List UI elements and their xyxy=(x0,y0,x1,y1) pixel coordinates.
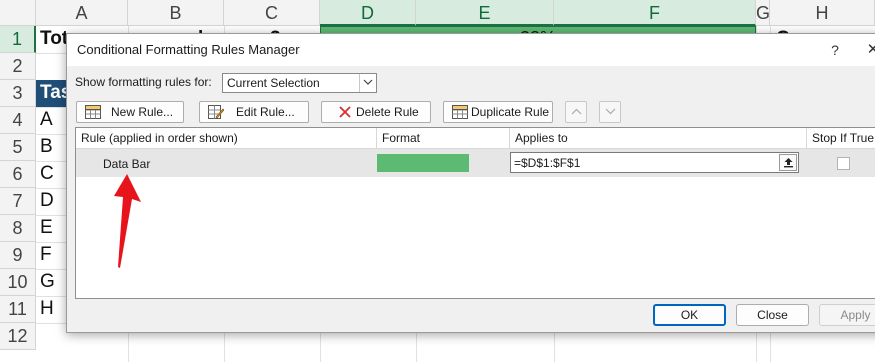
edit-rule-label: Edit Rule... xyxy=(236,105,295,119)
column-header-e[interactable]: E xyxy=(416,0,554,26)
dialog-title: Conditional Formatting Rules Manager xyxy=(77,42,300,57)
column-stop-if-true: Stop If True xyxy=(807,128,875,149)
row-header-6[interactable]: 6 xyxy=(0,161,36,188)
annotation-arrow xyxy=(114,174,141,268)
row-header-3[interactable]: 3 xyxy=(0,80,36,107)
edit-rule-icon xyxy=(208,105,225,119)
rule-name: Data Bar xyxy=(103,157,151,171)
row-header-2[interactable]: 2 xyxy=(0,53,36,80)
chevron-down-icon[interactable] xyxy=(359,74,376,92)
rule-row[interactable]: Data Bar =$D$1:$F$1 xyxy=(76,149,875,177)
close-button[interactable]: Close xyxy=(736,304,809,326)
column-format: Format xyxy=(377,128,510,149)
new-rule-icon xyxy=(85,105,101,119)
column-rule: Rule (applied in order shown) xyxy=(76,128,377,149)
row-header-4[interactable]: 4 xyxy=(0,107,36,134)
edit-rule-button[interactable]: Edit Rule... xyxy=(199,101,309,123)
applies-to-value: =$D$1:$F$1 xyxy=(514,156,581,170)
duplicate-rule-button[interactable]: Duplicate Rule xyxy=(443,101,553,123)
row-header-7[interactable]: 7 xyxy=(0,188,36,215)
chevron-down-icon xyxy=(605,108,616,115)
conditional-formatting-dialog: Conditional Formatting Rules Manager ? ✕… xyxy=(66,33,875,333)
column-header-a[interactable]: A xyxy=(36,0,128,26)
show-rules-label: Show formatting rules for: xyxy=(75,75,212,89)
select-all-corner[interactable] xyxy=(0,0,36,26)
rules-scope-dropdown[interactable]: Current Selection xyxy=(222,73,377,93)
duplicate-rule-icon xyxy=(452,105,468,119)
new-rule-label: New Rule... xyxy=(111,105,174,119)
rule-format-preview xyxy=(377,154,469,172)
row-header-10[interactable]: 10 xyxy=(0,269,36,296)
move-down-button[interactable] xyxy=(599,101,621,123)
collapse-range-icon[interactable] xyxy=(779,154,797,171)
applies-to-input[interactable]: =$D$1:$F$1 xyxy=(510,152,799,173)
column-header-h[interactable]: H xyxy=(770,0,875,26)
row-header-12[interactable]: 12 xyxy=(0,323,36,350)
column-header-c[interactable]: C xyxy=(224,0,320,26)
close-icon[interactable]: ✕ xyxy=(863,40,875,60)
column-header-g[interactable]: G xyxy=(756,0,770,26)
column-header-f[interactable]: F xyxy=(554,0,756,26)
row-header-11[interactable]: 11 xyxy=(0,296,36,323)
move-up-button[interactable] xyxy=(565,101,587,123)
apply-button[interactable]: Apply xyxy=(819,304,875,326)
row-header-8[interactable]: 8 xyxy=(0,215,36,242)
row-header-9[interactable]: 9 xyxy=(0,242,36,269)
new-rule-button[interactable]: New Rule... xyxy=(76,101,184,123)
column-header-d[interactable]: D xyxy=(320,0,416,26)
rules-scope-value: Current Selection xyxy=(227,76,320,90)
rules-list[interactable]: Rule (applied in order shown) Format App… xyxy=(75,127,875,299)
column-applies-to: Applies to xyxy=(510,128,807,149)
duplicate-rule-label: Duplicate Rule xyxy=(471,105,550,119)
dialog-title-bar[interactable]: Conditional Formatting Rules Manager ? ✕ xyxy=(67,34,875,66)
row-header-5[interactable]: 5 xyxy=(0,134,36,161)
row-header-1[interactable]: 1 xyxy=(0,26,36,53)
ok-button[interactable]: OK xyxy=(653,304,726,326)
chevron-up-icon xyxy=(571,108,582,115)
help-button[interactable]: ? xyxy=(825,40,845,60)
delete-rule-button[interactable]: Delete Rule xyxy=(321,101,431,123)
stop-if-true-checkbox[interactable] xyxy=(837,157,850,170)
delete-x-icon xyxy=(338,105,352,119)
column-header-b[interactable]: B xyxy=(128,0,224,26)
delete-rule-label: Delete Rule xyxy=(356,105,419,119)
